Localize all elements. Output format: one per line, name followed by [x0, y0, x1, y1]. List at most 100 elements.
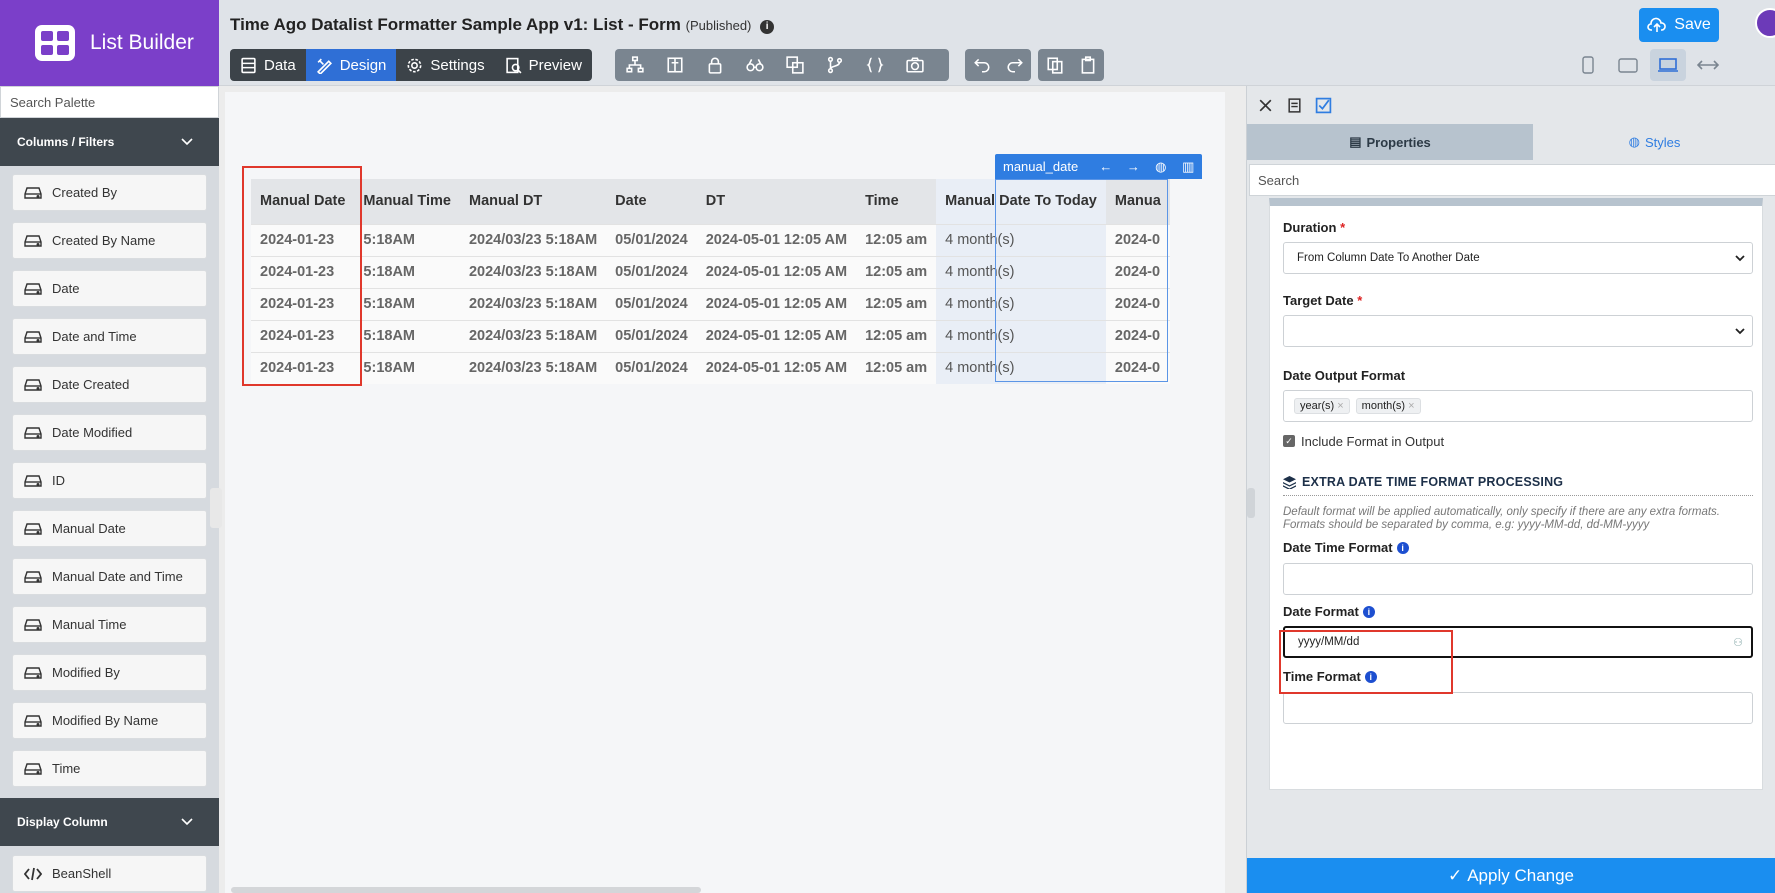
binoculars-icon[interactable] [735, 49, 775, 81]
tab-preview-label: Preview [528, 56, 582, 74]
move-right-icon[interactable]: → [1120, 159, 1147, 174]
palette-item[interactable]: Date [12, 270, 207, 307]
target-date-select[interactable] [1283, 315, 1753, 347]
palette-item-beanshell[interactable]: BeanShell [12, 855, 207, 892]
column-header[interactable]: DT [696, 179, 857, 224]
column-header[interactable]: Manua [1105, 179, 1170, 224]
tag-years[interactable]: year(s) × [1294, 398, 1350, 414]
horizontal-scrollbar[interactable] [231, 887, 701, 893]
design-canvas: manual_date ← → ◍ ▥ Manual Date Manual Ti… [225, 92, 1225, 893]
tab-settings[interactable]: Settings [396, 49, 494, 81]
palette-item[interactable]: Date Modified [12, 414, 207, 451]
palette-item[interactable]: Manual Date and Time [12, 558, 207, 595]
palette-item-label: ID [52, 473, 65, 488]
expand-width-icon[interactable] [1690, 49, 1726, 81]
table-cell: 12:05 am [856, 287, 937, 320]
palette-item-label: Created By Name [52, 233, 156, 248]
table-cell: 5:18AM [354, 319, 460, 352]
palette-item[interactable]: Modified By Name [12, 702, 207, 739]
column-properties-icon[interactable] [655, 49, 695, 81]
palette-item[interactable]: Time [12, 750, 207, 787]
date-output-format-input[interactable]: year(s) × month(s) × [1283, 390, 1753, 422]
date-time-format-input[interactable] [1283, 563, 1753, 595]
tablet-icon[interactable] [1610, 49, 1646, 81]
palette-item[interactable]: ID [12, 462, 207, 499]
column-drive-icon [24, 282, 42, 295]
save-button[interactable]: Save [1639, 8, 1719, 42]
section-columns-filters-label: Columns / Filters [17, 135, 115, 149]
save-label: Save [1674, 16, 1711, 33]
table-row: 2024-01-23 5:18AM 2024/03/23 5:18AM 05/01/2… [251, 255, 1170, 288]
tab-preview[interactable]: Preview [495, 49, 592, 81]
section-columns-filters[interactable]: Columns / Filters [0, 118, 219, 166]
column-drive-icon [24, 570, 42, 583]
lock-icon[interactable] [695, 49, 735, 81]
tab-properties[interactable]: ▤ Properties [1247, 124, 1533, 160]
properties-panel: ▤ Properties ◍ Styles Search Duration * … [1246, 86, 1775, 893]
app-title: Time Ago Datalist Formatter Sample App v… [230, 15, 681, 34]
translate-icon[interactable] [775, 49, 815, 81]
palette-item[interactable]: Manual Date [12, 510, 207, 547]
device-preview-toggle [1570, 49, 1726, 81]
table-cell: 4 month(s) [936, 287, 1106, 320]
table-cell: 12:05 am [856, 255, 937, 288]
tag-months[interactable]: month(s) × [1355, 398, 1421, 414]
sitemap-icon[interactable] [615, 49, 655, 81]
palette-item[interactable]: Manual Time [12, 606, 207, 643]
include-format-checkbox[interactable]: ✓ [1283, 435, 1295, 447]
palette-item[interactable]: Created By Name [12, 222, 207, 259]
builder-tabs: Data Design Settings Preview [230, 49, 592, 81]
palette-search-input[interactable]: Search Palette [0, 86, 219, 118]
highlight-date-format-field [1279, 630, 1453, 694]
table-cell: 4 month(s) [936, 223, 1106, 256]
selected-column-toolbar: manual_date ← → ◍ ▥ [995, 154, 1202, 179]
paste-icon[interactable] [1071, 49, 1104, 81]
palette-collapse-handle[interactable] [210, 488, 222, 528]
branch-icon[interactable] [815, 49, 855, 81]
delete-icon[interactable]: ▥ [1175, 159, 1202, 175]
laptop-icon[interactable] [1650, 49, 1686, 81]
palette-item[interactable]: Modified By [12, 654, 207, 691]
tab-data[interactable]: Data [230, 49, 306, 81]
copy-icon[interactable] [1038, 49, 1071, 81]
tab-styles[interactable]: ◍ Styles [1533, 124, 1775, 160]
style-palette-icon[interactable]: ◍ [1147, 159, 1174, 175]
palette-item[interactable]: Created By [12, 174, 207, 211]
duration-select[interactable]: From Column Date To Another Date [1283, 242, 1753, 274]
table-row: 2024-01-23 5:18AM 2024/03/23 5:18AM 05/01/2… [251, 223, 1170, 256]
column-header[interactable]: Manual Time [354, 179, 460, 224]
properties-tabs: ▤ Properties ◍ Styles [1247, 124, 1775, 160]
time-format-input[interactable] [1283, 692, 1753, 724]
undo-icon[interactable] [965, 49, 998, 81]
properties-search-input[interactable]: Search [1249, 164, 1775, 196]
column-header[interactable]: Date [606, 179, 697, 224]
phone-icon[interactable] [1570, 49, 1606, 81]
list-builder-logo-icon [35, 25, 75, 61]
column-header[interactable]: Manual DT [459, 179, 607, 224]
column-drive-icon [24, 618, 42, 631]
move-left-icon[interactable]: ← [1092, 159, 1119, 174]
form-icon[interactable] [1286, 97, 1303, 114]
close-icon[interactable] [1257, 97, 1274, 114]
section-display-column[interactable]: Display Column [0, 798, 219, 846]
palette-item-label: Manual Date [52, 521, 126, 536]
apply-change-button[interactable]: ✓ Apply Change [1247, 858, 1775, 893]
checkbox-checked-icon[interactable] [1315, 97, 1332, 114]
tab-design[interactable]: Design [305, 49, 397, 81]
copy-paste-group [1038, 49, 1104, 81]
camera-icon[interactable] [895, 49, 935, 81]
preview-icon [505, 57, 522, 74]
table-row: 2024-01-23 5:18AM 2024/03/23 5:18AM 05/01/2… [251, 287, 1170, 320]
column-header[interactable]: Time [856, 179, 937, 224]
code-braces-icon[interactable] [855, 49, 895, 81]
column-header[interactable]: Manual Date To Today [936, 179, 1106, 224]
palette-item[interactable]: Date and Time [12, 318, 207, 355]
palette-item[interactable]: Date Created [12, 366, 207, 403]
redo-icon[interactable] [998, 49, 1031, 81]
info-icon[interactable]: i [760, 20, 775, 34]
panel-resize-handle[interactable] [1247, 488, 1255, 518]
selected-column-name: manual_date [1003, 159, 1079, 174]
table-cell: 05/01/2024 [606, 319, 697, 352]
autofill-icon[interactable]: ⚇ [1733, 636, 1743, 649]
tab-settings-label: Settings [430, 56, 485, 74]
